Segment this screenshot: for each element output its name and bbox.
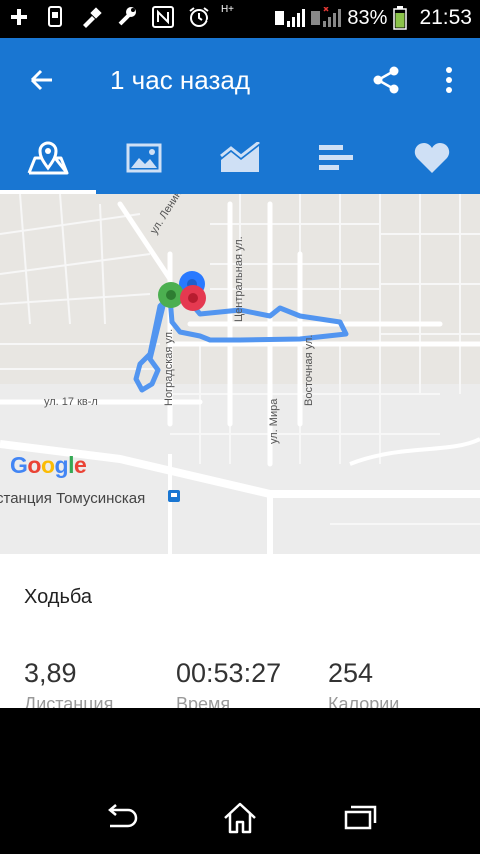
calories-value: 254 <box>328 658 374 688</box>
overflow-menu-button[interactable] <box>434 60 464 100</box>
add-notification-icon <box>8 6 30 28</box>
calories-label: Калории <box>328 694 400 708</box>
clock: 21:53 <box>419 6 472 29</box>
tab-heart[interactable] <box>384 122 480 194</box>
chart-icon <box>220 142 260 172</box>
heart-icon <box>414 143 450 173</box>
nav-recents-button[interactable] <box>340 800 380 836</box>
battery-icon <box>393 6 408 30</box>
nfc-icon <box>152 6 174 28</box>
distance-value: 3,89 <box>24 658 77 688</box>
activity-type: Ходьба <box>24 586 93 608</box>
phone-copy-icon <box>44 6 66 28</box>
page-title: 1 час назад <box>110 65 250 95</box>
map-icon <box>27 141 69 175</box>
bars-icon <box>319 145 353 170</box>
tab-map[interactable] <box>0 122 96 194</box>
network-type: H+ <box>220 4 234 15</box>
tab-stats[interactable] <box>288 122 384 194</box>
route-map[interactable]: ул. Ленина Центральная ул. Ноградская ул… <box>0 194 480 554</box>
arrow-back-icon <box>30 69 52 91</box>
share-icon <box>373 66 399 94</box>
tab-bar <box>0 122 480 194</box>
tools-icon <box>80 6 102 28</box>
battery-percent: 83% <box>347 6 388 29</box>
signal-sim2-icon <box>311 7 342 29</box>
photo-icon <box>126 143 162 173</box>
street-label-nogradskaya: Ноградская ул. <box>163 328 175 406</box>
google-logo: Google <box>10 452 87 478</box>
sim2-label: 2 <box>264 10 271 24</box>
more-vert-icon <box>446 67 452 93</box>
tab-photos[interactable] <box>96 122 192 194</box>
app-bar: 1 час назад <box>0 38 480 122</box>
signal-sim1-icon <box>275 7 306 29</box>
sim1-label: 1 <box>206 10 213 24</box>
nav-back-icon <box>108 804 138 828</box>
station-label: станция Томусинская <box>0 490 146 507</box>
tab-charts[interactable] <box>192 122 288 194</box>
nav-back-button[interactable] <box>100 800 140 836</box>
back-button[interactable] <box>22 60 62 100</box>
share-button[interactable] <box>366 60 406 100</box>
nav-home-button[interactable] <box>220 800 260 836</box>
street-label-vostochnaya: Восточная ул. <box>303 334 315 406</box>
time-label: Время <box>176 694 231 708</box>
recent-apps-icon <box>344 805 377 830</box>
time-value: 00:53:27 <box>176 658 282 688</box>
activity-summary: Ходьба 3,89 Дистанция 00:53:27 Время 254… <box>0 554 480 708</box>
wrench-icon <box>116 6 138 28</box>
street-label-mira: ул. Мира <box>268 398 280 444</box>
distance-label: Дистанция <box>24 694 114 708</box>
system-nav-bar <box>0 708 480 854</box>
street-label-17kvl: ул. 17 кв-л <box>44 396 98 408</box>
home-icon <box>224 802 256 834</box>
street-label-centralnaya: Центральная ул. <box>233 236 245 322</box>
status-bar: 1 H+ 2 83% 21:53 <box>0 0 480 38</box>
